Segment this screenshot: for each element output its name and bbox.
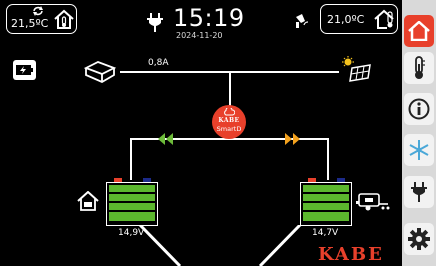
sidebar-item-power[interactable] bbox=[404, 176, 434, 208]
wire-right-battery-vertical bbox=[327, 138, 329, 180]
outside-temperature-widget[interactable]: 21,0ºC bbox=[320, 4, 398, 34]
charger-device-icon bbox=[84, 61, 116, 84]
charge-flow-arrow-right bbox=[285, 133, 300, 145]
wire-solar-left bbox=[120, 71, 230, 73]
solar-current-value: 0,8A bbox=[148, 58, 169, 68]
wire-solar-vertical bbox=[229, 71, 231, 106]
outside-temp-sensor-icon bbox=[296, 14, 309, 28]
right-battery[interactable] bbox=[300, 178, 352, 226]
snowflake-icon bbox=[409, 140, 429, 160]
info-icon bbox=[408, 98, 430, 120]
wire-left-battery-vertical bbox=[130, 138, 132, 180]
battery-charging-icon bbox=[16, 65, 33, 75]
solar-panel-icon bbox=[342, 56, 371, 82]
wire-battery-link-left bbox=[130, 138, 230, 140]
sidebar-item-cooling[interactable] bbox=[404, 134, 434, 166]
power-plug-icon bbox=[147, 13, 163, 32]
sidebar-item-home[interactable] bbox=[404, 15, 434, 47]
sidebar-item-info[interactable] bbox=[404, 93, 434, 125]
charge-flow-arrow-left bbox=[158, 133, 173, 145]
inside-temperature-widget[interactable]: 21,5ºC bbox=[6, 4, 77, 34]
cloud-icon bbox=[224, 108, 235, 116]
left-battery-voltage: 14,9V bbox=[118, 228, 145, 238]
right-battery-voltage: 14,7V bbox=[312, 228, 339, 238]
clock-time: 15:19 bbox=[173, 4, 245, 32]
house-thermometer-icon bbox=[54, 9, 74, 29]
wire-diagonals bbox=[138, 225, 302, 266]
smartd-logo: KABE bbox=[218, 117, 240, 124]
kabe-logo: KABE bbox=[318, 244, 384, 265]
smartd-label: SmartD bbox=[216, 125, 242, 133]
home-icon bbox=[408, 21, 430, 41]
inside-temperature-value: 21,5ºC bbox=[11, 17, 49, 30]
sidebar-item-climate[interactable] bbox=[404, 52, 434, 84]
gear-icon bbox=[408, 228, 430, 250]
smartd-controller[interactable]: KABE SmartD bbox=[212, 105, 246, 139]
house-thermometer-icon bbox=[374, 9, 394, 29]
sidebar-item-settings[interactable] bbox=[404, 223, 434, 255]
clock-date: 2024-11-20 bbox=[176, 31, 223, 40]
wire-solar-right bbox=[229, 71, 339, 73]
left-battery[interactable] bbox=[106, 178, 158, 226]
house-battery-icon bbox=[77, 191, 99, 211]
thermometer-icon bbox=[415, 56, 425, 79]
refresh-icon bbox=[33, 6, 43, 16]
caravan-icon bbox=[356, 193, 390, 211]
battery-status-button[interactable] bbox=[13, 60, 36, 80]
wire-battery-link-right bbox=[229, 138, 329, 140]
outside-temperature-value: 21,0ºC bbox=[327, 13, 365, 26]
sidebar bbox=[402, 0, 436, 266]
power-plug-icon bbox=[411, 182, 427, 202]
